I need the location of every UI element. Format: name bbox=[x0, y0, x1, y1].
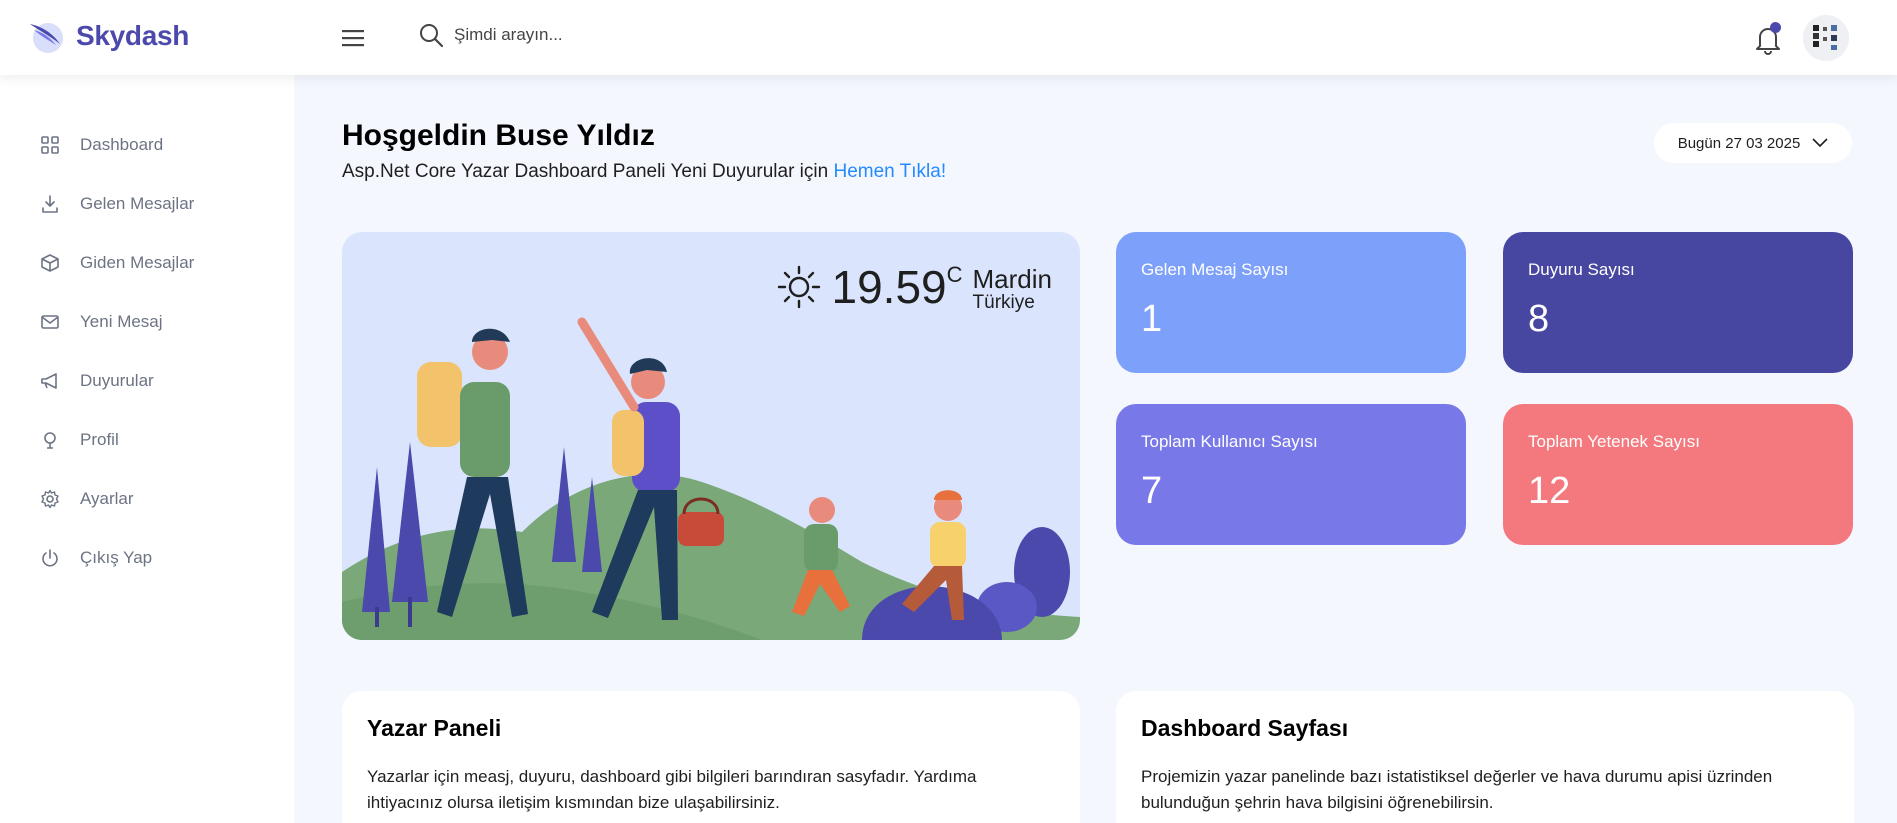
brand-name: Skydash bbox=[76, 20, 190, 51]
stat-value: 8 bbox=[1528, 298, 1550, 340]
stat-title: Toplam Yetenek Sayısı bbox=[1528, 432, 1701, 451]
sidebar-item-gelen-mesajlar[interactable]: Gelen Mesajlar bbox=[0, 174, 294, 233]
location-country: Türkiye bbox=[972, 292, 1035, 314]
search-icon[interactable] bbox=[418, 22, 444, 48]
gear-icon bbox=[38, 487, 62, 511]
location: Mardin Türkiye bbox=[972, 264, 1052, 314]
info-card-title: Dashboard Sayfası bbox=[1141, 715, 1349, 741]
sidebar-item-label: Duyurular bbox=[80, 370, 154, 390]
search-input[interactable] bbox=[454, 25, 754, 45]
info-card-author-panel: Yazar Paneli Yazarlar için measj, duyuru… bbox=[342, 691, 1080, 823]
sidebar-item-label: Yeni Mesaj bbox=[80, 311, 163, 331]
sidebar-item-yeni-mesaj[interactable]: Yeni Mesaj bbox=[0, 292, 294, 351]
temperature-value: 19.59 bbox=[831, 261, 947, 313]
info-card-dashboard-page: Dashboard Sayfası Projemizin yazar panel… bbox=[1116, 691, 1854, 823]
top-navbar: Skydash bbox=[0, 0, 1897, 75]
sidebar-item-cikis-yap[interactable]: Çıkış Yap bbox=[0, 528, 294, 587]
download-icon bbox=[38, 192, 62, 216]
stat-title: Duyuru Sayısı bbox=[1528, 260, 1635, 279]
announcements-link[interactable]: Hemen Tıkla! bbox=[833, 161, 946, 182]
sidebar-item-label: Gelen Mesajlar bbox=[80, 193, 195, 213]
avatar-image bbox=[1803, 15, 1849, 61]
stat-card-total-skills: Toplam Yetenek Sayısı 12 bbox=[1503, 404, 1853, 545]
stat-value: 12 bbox=[1528, 470, 1571, 512]
temperature-unit: C bbox=[946, 262, 963, 287]
sun-icon bbox=[777, 265, 820, 309]
chevron-down-icon bbox=[1812, 138, 1828, 148]
notification-bell[interactable] bbox=[1753, 22, 1783, 56]
stat-value: 7 bbox=[1141, 470, 1163, 512]
date-label: Bugün 27 03 2025 bbox=[1677, 134, 1801, 152]
sidebar-item-giden-mesajlar[interactable]: Giden Mesajlar bbox=[0, 233, 294, 292]
stat-title: Toplam Kullanıcı Sayısı bbox=[1141, 432, 1318, 451]
user-icon bbox=[38, 428, 62, 452]
sidebar-item-ayarlar[interactable]: Ayarlar bbox=[0, 469, 294, 528]
info-card-text: Projemizin yazar panelinde bazı istatist… bbox=[1141, 767, 1773, 812]
sidebar-item-label: Profil bbox=[80, 429, 119, 449]
welcome-subtitle-text: Asp.Net Core Yazar Dashboard Paneli Yeni… bbox=[342, 161, 829, 182]
weather-info: 19.59C Mardin Türkiye bbox=[776, 261, 1052, 314]
hamburger-menu-icon[interactable] bbox=[340, 26, 368, 50]
stat-value: 1 bbox=[1141, 298, 1163, 340]
stat-card-incoming-messages: Gelen Mesaj Sayısı 1 bbox=[1116, 232, 1466, 373]
sidebar-item-label: Çıkış Yap bbox=[80, 547, 153, 567]
mail-icon bbox=[38, 310, 62, 334]
page-title: Hoşgeldin Buse Yıldız bbox=[342, 119, 655, 152]
main-content: Hoşgeldin Buse Yıldız Asp.Net Core Yazar… bbox=[294, 75, 1897, 823]
notification-dot bbox=[1770, 22, 1781, 33]
sidebar-item-profil[interactable]: Profil bbox=[0, 410, 294, 469]
location-city: Mardin bbox=[972, 264, 1052, 294]
sidebar-item-label: Ayarlar bbox=[80, 488, 134, 508]
power-icon bbox=[38, 546, 62, 570]
info-card-text: Yazarlar için measj, duyuru, dashboard g… bbox=[367, 767, 977, 812]
avatar[interactable] bbox=[1803, 15, 1849, 61]
stat-card-total-users: Toplam Kullanıcı Sayısı 7 bbox=[1116, 404, 1466, 545]
date-dropdown[interactable]: Bugün 27 03 2025 bbox=[1654, 123, 1852, 163]
box-icon bbox=[38, 251, 62, 275]
sidebar: Dashboard Gelen Mesajlar Giden Mesajlar … bbox=[0, 75, 294, 823]
info-card-title: Yazar Paneli bbox=[367, 715, 502, 741]
temperature: 19.59C bbox=[831, 261, 963, 313]
search-bar bbox=[418, 22, 754, 48]
sidebar-item-label: Dashboard bbox=[80, 134, 164, 154]
welcome-subtitle: Asp.Net Core Yazar Dashboard Paneli Yeni… bbox=[342, 161, 946, 183]
megaphone-icon bbox=[38, 369, 62, 393]
weather-card: 19.59C Mardin Türkiye bbox=[342, 232, 1080, 640]
sidebar-item-duyurular[interactable]: Duyurular bbox=[0, 351, 294, 410]
sidebar-item-label: Giden Mesajlar bbox=[80, 252, 195, 272]
grid-icon bbox=[38, 133, 62, 157]
stat-card-announcements: Duyuru Sayısı 8 bbox=[1503, 232, 1853, 373]
sidebar-item-dashboard[interactable]: Dashboard bbox=[0, 115, 294, 174]
stat-title: Gelen Mesaj Sayısı bbox=[1141, 260, 1289, 279]
brand-logo-icon bbox=[30, 23, 63, 53]
brand[interactable]: Skydash bbox=[26, 14, 189, 58]
